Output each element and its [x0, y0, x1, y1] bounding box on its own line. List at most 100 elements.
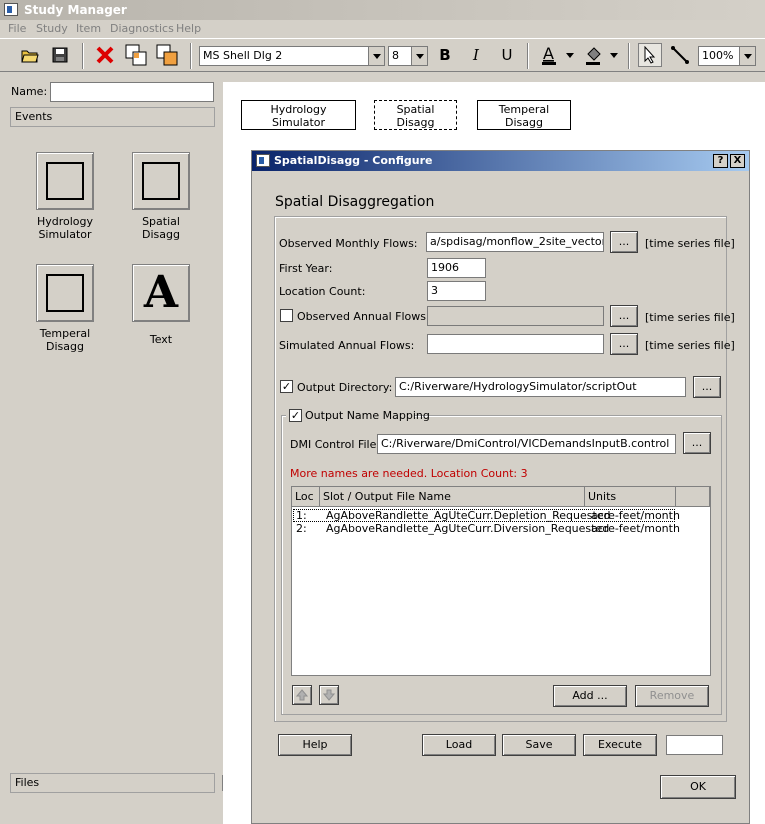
- add-button[interactable]: Add ...: [553, 685, 627, 707]
- zoom-select[interactable]: 100%: [698, 46, 756, 66]
- browse-output-directory-button[interactable]: ...: [693, 376, 721, 398]
- execute-button[interactable]: Execute: [583, 734, 657, 756]
- font-family-value: MS Shell Dlg 2: [203, 49, 283, 62]
- hydrology-simulator-tool[interactable]: [36, 152, 94, 210]
- connector-icon[interactable]: [668, 43, 692, 67]
- bold-button[interactable]: B: [433, 43, 457, 67]
- menu-study[interactable]: Study: [36, 22, 68, 35]
- row-loc: 2:: [296, 522, 307, 535]
- delete-icon[interactable]: [93, 43, 117, 67]
- toolbar-separator: [527, 43, 529, 69]
- files-header[interactable]: Files: [10, 773, 215, 793]
- spatial-disagg-tool[interactable]: [132, 152, 190, 210]
- tool-label-hydrology: Hydrology Simulator: [36, 215, 94, 241]
- save-disk-icon[interactable]: [48, 43, 72, 67]
- fill-color-icon[interactable]: [582, 43, 606, 67]
- observed-annual-label: Observed Annual Flows:: [297, 310, 430, 323]
- simulated-annual-input[interactable]: [427, 334, 604, 354]
- pointer-icon[interactable]: [638, 43, 662, 67]
- first-year-input[interactable]: 1906: [427, 258, 486, 278]
- chevron-down-icon[interactable]: [606, 43, 622, 67]
- zoom-value: 100%: [702, 49, 734, 62]
- send-back-icon[interactable]: [155, 43, 179, 67]
- window-title: Study Manager: [24, 3, 127, 17]
- configure-dialog: SpatialDisagg - Configure ? X Spatial Di…: [251, 150, 750, 824]
- move-up-button[interactable]: [292, 685, 312, 705]
- text-color-icon[interactable]: A: [538, 43, 562, 67]
- menu-help[interactable]: Help: [176, 22, 201, 35]
- first-year-label: First Year:: [279, 262, 333, 275]
- dialog-title-bar: SpatialDisagg - Configure ? X: [252, 151, 749, 171]
- italic-button[interactable]: I: [464, 43, 488, 67]
- toolbar-separator: [190, 43, 192, 69]
- browse-dmi-control-button[interactable]: ...: [683, 432, 711, 454]
- column-header-filler: [676, 487, 710, 507]
- chevron-down-icon[interactable]: [562, 43, 578, 67]
- output-directory-checkbox[interactable]: ✓: [280, 380, 293, 393]
- dialog-title: SpatialDisagg - Configure: [274, 154, 433, 167]
- app-icon: [4, 3, 18, 16]
- browse-observed-annual-button[interactable]: ...: [610, 305, 638, 327]
- browse-simulated-annual-button[interactable]: ...: [610, 333, 638, 355]
- remove-button[interactable]: Remove: [635, 685, 709, 707]
- output-directory-input[interactable]: C:/Riverware/HydrologySimulator/scriptOu…: [395, 377, 686, 397]
- column-header-loc[interactable]: Loc: [292, 487, 320, 507]
- help-icon[interactable]: ?: [713, 154, 728, 168]
- text-tool[interactable]: A: [132, 264, 190, 322]
- ok-button[interactable]: OK: [660, 775, 736, 799]
- temperal-disagg-tool[interactable]: [36, 264, 94, 322]
- toolbar-separator: [82, 43, 84, 69]
- chevron-down-icon: [739, 47, 755, 65]
- output-directory-label: Output Directory:: [297, 381, 393, 394]
- dmi-control-input[interactable]: C:/Riverware/DmiControl/VICDemandsInputB…: [377, 434, 676, 454]
- observed-monthly-input[interactable]: a/spdisag/monflow_2site_vector.txt: [426, 232, 604, 252]
- help-button[interactable]: Help: [278, 734, 352, 756]
- square-icon: [46, 274, 84, 312]
- menu-file[interactable]: File: [8, 22, 26, 35]
- tool-label-spatial: Spatial Disagg: [142, 215, 180, 241]
- events-header[interactable]: Events: [10, 107, 215, 127]
- open-folder-icon[interactable]: [18, 43, 42, 67]
- dmi-control-label: DMI Control File:: [290, 438, 381, 451]
- window-title-bar: Study Manager: [0, 0, 765, 20]
- output-mapping-checkbox[interactable]: ✓: [289, 409, 302, 422]
- underline-button[interactable]: U: [495, 43, 519, 67]
- column-header-units[interactable]: Units: [585, 487, 676, 507]
- bring-front-icon[interactable]: [124, 43, 148, 67]
- font-size-value: 8: [392, 49, 399, 62]
- name-input[interactable]: [50, 82, 214, 102]
- load-button[interactable]: Load: [422, 734, 496, 756]
- menu-item[interactable]: Item: [76, 22, 101, 35]
- menu-bar: File Study Item Diagnostics Help: [0, 20, 765, 38]
- ts-file-label: [time series file]: [645, 237, 735, 250]
- column-header-slot[interactable]: Slot / Output File Name: [320, 487, 585, 507]
- browse-observed-monthly-button[interactable]: ...: [610, 231, 638, 253]
- output-mapping-label: Output Name Mapping: [305, 409, 430, 422]
- toolbar: MS Shell Dlg 2 8 B I U A 100%: [0, 38, 765, 72]
- observed-monthly-label: Observed Monthly Flows:: [279, 237, 418, 250]
- chevron-down-icon: [411, 47, 427, 65]
- app-icon: [256, 154, 270, 167]
- node-hydrology-simulator[interactable]: Hydrology Simulator: [241, 100, 356, 130]
- execute-status-field: [666, 735, 723, 755]
- row-loc: 1:: [296, 509, 307, 522]
- font-size-select[interactable]: 8: [388, 46, 428, 66]
- toolbar-separator: [628, 43, 630, 69]
- menu-diagnostics[interactable]: Diagnostics: [110, 22, 174, 35]
- slot-table[interactable]: Loc Slot / Output File Name Units 1: AgA…: [291, 486, 711, 676]
- close-icon[interactable]: X: [730, 154, 745, 168]
- observed-annual-checkbox[interactable]: [280, 309, 293, 322]
- observed-annual-input[interactable]: [427, 306, 604, 326]
- tool-label-temperal: Temperal Disagg: [39, 327, 91, 353]
- move-down-button[interactable]: [319, 685, 339, 705]
- tool-label-text: Text: [149, 333, 173, 346]
- location-count-label: Location Count:: [279, 285, 366, 298]
- node-temperal-disagg[interactable]: Temperal Disagg: [477, 100, 571, 130]
- location-count-input[interactable]: 3: [427, 281, 486, 301]
- dialog-heading: Spatial Disaggregation: [275, 194, 435, 210]
- save-button[interactable]: Save: [502, 734, 576, 756]
- node-spatial-disagg[interactable]: Spatial Disagg: [374, 100, 457, 130]
- simulated-annual-label: Simulated Annual Flows:: [279, 339, 415, 352]
- ts-file-label: [time series file]: [645, 339, 735, 352]
- font-family-select[interactable]: MS Shell Dlg 2: [199, 46, 385, 66]
